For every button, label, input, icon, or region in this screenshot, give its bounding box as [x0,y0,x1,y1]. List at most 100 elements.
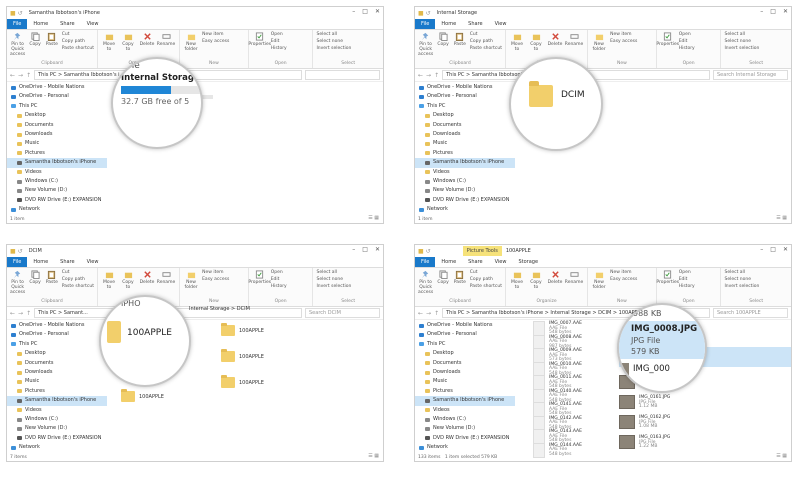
folder-icon[interactable] [121,389,135,402]
nav-item[interactable]: Windows (C:) [415,177,515,186]
nav-item[interactable]: OneDrive - Personal [7,330,107,339]
select-none-button[interactable]: Select none [724,39,788,44]
move-to-button[interactable]: Move to [509,32,525,52]
tiles-view-icon[interactable]: ▦ [782,453,787,459]
copy-to-button[interactable]: Copy to [120,32,136,52]
tab-view[interactable]: View [81,257,105,267]
nav-item[interactable]: Music [415,377,515,386]
nav-item[interactable]: Network [415,443,515,452]
undo-icon[interactable]: ↺ [426,10,431,17]
nav-item[interactable]: Videos [415,406,515,415]
tab-home[interactable]: Home [435,257,462,267]
copy-path-button[interactable]: Copy path [470,39,502,44]
nav-item[interactable]: This PC [415,340,515,349]
move-to-button[interactable]: Move to [101,270,117,290]
undo-icon[interactable]: ↺ [18,10,23,17]
list-item[interactable]: IMG_0009.AAE AAE File 573 bytes [533,348,613,363]
list-item[interactable]: IMG_0143.AAE AAE File 548 bytes [533,429,613,444]
select-none-button[interactable]: Select none [724,277,788,282]
list-item[interactable]: IMG_0007.AAE AAE File 548 bytes [533,321,613,336]
details-view-icon[interactable]: ☰ [776,215,780,221]
new-folder-button[interactable]: New folder [183,32,199,52]
folder-icon[interactable] [221,323,235,336]
nav-item[interactable]: Windows (C:) [415,415,515,424]
select-none-button[interactable]: Select none [316,277,380,282]
paste-button[interactable]: Paste [453,270,467,285]
folder-label[interactable]: 100APPLE [139,394,164,400]
nav-item[interactable]: Network [415,205,515,214]
cut-button[interactable]: Cut [470,32,502,37]
view-toggle[interactable]: ☰ ▦ [776,453,787,459]
forward-arrow-icon[interactable]: → [18,310,23,317]
undo-icon[interactable]: ↺ [18,248,23,255]
list-item[interactable]: IMG_0161.JPG JPG File 1.12 MB [619,395,699,410]
select-all-button[interactable]: Select all [724,32,788,37]
new-folder-button[interactable]: New folder [591,32,607,52]
nav-item[interactable]: Network [7,443,107,452]
nav-item[interactable]: Videos [7,406,107,415]
copy-button[interactable]: Copy [28,270,42,285]
nav-item[interactable]: OneDrive - Personal [415,92,515,101]
up-arrow-icon[interactable]: ↑ [434,72,439,79]
easy-access-button[interactable]: Easy access [202,277,229,282]
invert-selection-button[interactable]: Invert selection [316,46,380,51]
close-icon[interactable]: ✕ [783,8,788,15]
up-arrow-icon[interactable]: ↑ [26,310,31,317]
nav-item[interactable]: Downloads [7,368,107,377]
minimize-icon[interactable]: – [352,8,355,15]
tiles-view-icon[interactable]: ▦ [782,215,787,221]
tab-file[interactable]: File [7,257,28,267]
tab-share[interactable]: Share [54,19,80,29]
forward-arrow-icon[interactable]: → [426,72,431,79]
folder-label[interactable]: 100APPLE [239,354,264,360]
back-arrow-icon[interactable]: ← [10,310,15,317]
copy-to-button[interactable]: Copy to [120,270,136,290]
paste-shortcut-button[interactable]: Paste shortcut [470,46,502,51]
nav-item[interactable]: OneDrive - Mobile Nations [7,83,107,92]
delete-button[interactable]: Delete [547,270,563,285]
nav-item[interactable]: This PC [7,340,107,349]
copy-to-button[interactable]: Copy to [528,270,544,290]
view-toggle[interactable]: ☰ ▦ [368,453,379,459]
tab-home[interactable]: Home [27,19,54,29]
nav-item[interactable]: Documents [7,121,107,130]
nav-item[interactable]: Desktop [7,111,107,120]
nav-item[interactable]: New Volume (D:) [415,424,515,433]
rename-button[interactable]: Rename [157,32,175,47]
nav-item[interactable]: Desktop [415,349,515,358]
list-item[interactable]: IMG_0010.AAE AAE File 548 bytes [533,361,613,377]
invert-selection-button[interactable]: Invert selection [724,284,788,289]
up-arrow-icon[interactable]: ↑ [434,310,439,317]
nav-item[interactable]: New Volume (D:) [415,186,515,195]
maximize-icon[interactable]: □ [362,8,368,15]
nav-item[interactable]: Samantha Ibbotson's iPhone [415,158,515,168]
nav-item[interactable]: Windows (C:) [7,177,107,186]
nav-item[interactable]: Samantha Ibbotson's iPhone [7,158,107,168]
maximize-icon[interactable]: □ [770,8,776,15]
tiles-view-icon[interactable]: ▦ [374,453,379,459]
tab-file[interactable]: File [7,19,28,29]
nav-item[interactable]: DVD RW Drive (E:) EXPANSION [7,196,107,205]
nav-item[interactable]: Downloads [7,130,107,139]
minimize-icon[interactable]: – [760,246,763,253]
nav-item[interactable]: Pictures [415,149,515,158]
breadcrumb-right[interactable]: Internal Storage > DCIM [189,306,250,312]
nav-item[interactable]: This PC [7,102,107,111]
up-arrow-icon[interactable]: ↑ [26,72,31,79]
maximize-icon[interactable]: □ [362,246,368,253]
tab-share[interactable]: Share [462,257,488,267]
tab-share[interactable]: Share [462,19,488,29]
new-item-button[interactable]: New item [202,270,229,275]
nav-item[interactable]: Samantha Ibbotson's iPhone [7,396,107,406]
nav-item[interactable]: Music [7,139,107,148]
properties-button[interactable]: Properties [656,32,679,47]
nav-item[interactable]: Pictures [415,387,515,396]
open-button[interactable]: Open [271,270,287,275]
paste-shortcut-button[interactable]: Paste shortcut [470,284,502,289]
nav-item[interactable]: Downloads [415,130,515,139]
nav-item[interactable]: Documents [415,121,515,130]
nav-item[interactable]: Videos [415,168,515,177]
cut-button[interactable]: Cut [62,270,94,275]
forward-arrow-icon[interactable]: → [426,310,431,317]
select-all-button[interactable]: Select all [316,270,380,275]
